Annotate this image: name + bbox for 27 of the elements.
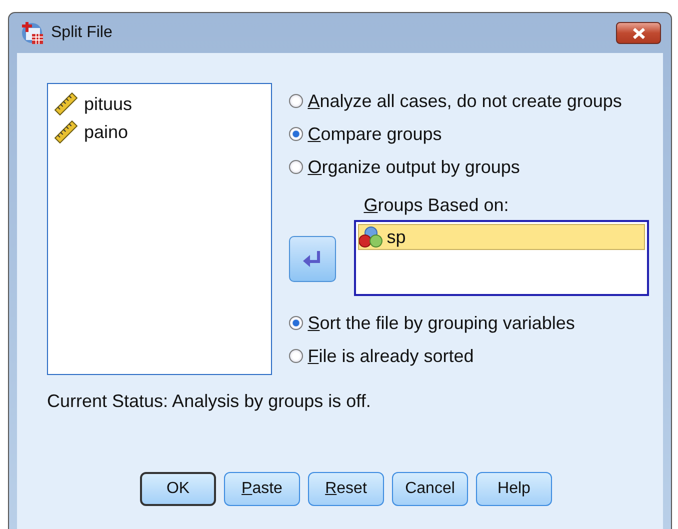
variable-item[interactable]: pituus: [54, 90, 271, 118]
dialog-button[interactable]: Help: [476, 472, 552, 506]
radio-button[interactable]: [288, 349, 303, 363]
dialog-button[interactable]: Cancel: [392, 472, 468, 506]
variable-item[interactable]: paino: [54, 118, 271, 146]
status-text: Current Status: Analysis by groups is off.: [47, 391, 372, 412]
option-label: Sort the file by grouping variables: [308, 312, 575, 334]
dialog-button[interactable]: Reset: [308, 472, 384, 506]
move-button[interactable]: [288, 236, 336, 282]
list-label: Groups Based on:: [364, 195, 510, 216]
group-variable-item[interactable]: sp: [358, 224, 645, 250]
radio-button[interactable]: [288, 94, 303, 108]
close-icon: [632, 28, 646, 38]
radio-button[interactable]: [288, 160, 303, 174]
option-label: File is already sorted: [308, 346, 474, 366]
spreadsheet-icon: [21, 21, 45, 45]
option-label: Compare groups: [308, 124, 442, 144]
radio-button[interactable]: [288, 127, 303, 141]
window-title: Split File: [51, 24, 112, 42]
option-label: Organize output by groups: [308, 156, 520, 178]
close-button[interactable]: [616, 22, 661, 44]
option-label: Analyze all cases, do not create groups: [308, 90, 622, 112]
dialog-button[interactable]: OK: [140, 472, 216, 506]
dialog-button[interactable]: Paste: [224, 472, 300, 506]
radio-button[interactable]: [288, 316, 303, 330]
return-arrow-icon: [302, 250, 322, 268]
nominal-circles-icon: [358, 226, 383, 248]
